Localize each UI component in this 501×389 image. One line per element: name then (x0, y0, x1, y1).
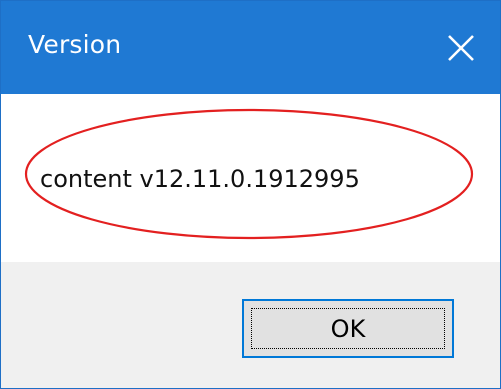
close-icon (447, 34, 475, 62)
focus-rectangle: OK (251, 308, 445, 349)
title-bar[interactable]: Version (1, 1, 500, 94)
ok-button-label: OK (330, 314, 366, 343)
version-text: content v12.11.0.1912995 (40, 165, 360, 193)
window-title: Version (28, 30, 122, 59)
version-dialog: Version content v12.11.0.1912995 OK (0, 0, 501, 389)
ok-button[interactable]: OK (242, 299, 454, 358)
close-button[interactable] (422, 1, 500, 94)
message-area: content v12.11.0.1912995 (1, 94, 500, 262)
button-bar: OK (1, 262, 500, 388)
